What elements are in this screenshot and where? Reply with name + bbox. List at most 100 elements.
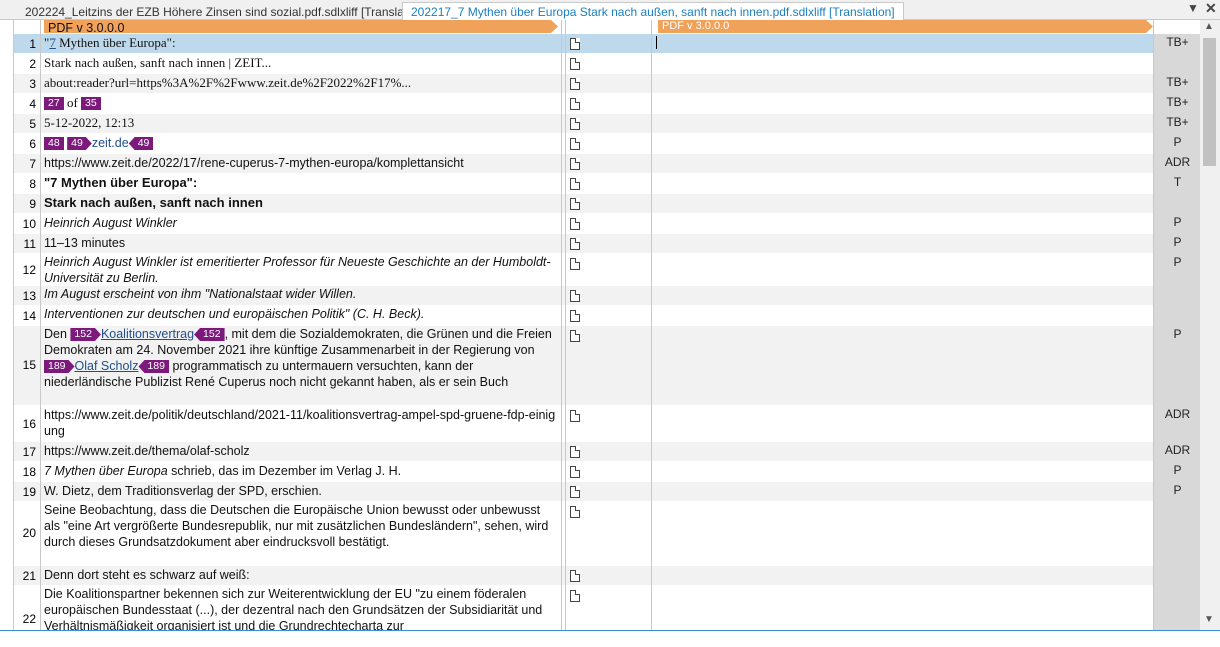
opening-tag[interactable]: 49 (67, 137, 92, 150)
source-segment[interactable]: 11–13 minutes (44, 235, 558, 251)
document-icon (570, 310, 580, 322)
target-segment[interactable] (654, 306, 1149, 326)
source-link[interactable]: Koalitionsvertrag (101, 327, 194, 341)
target-segment[interactable] (654, 134, 1149, 154)
source-segment[interactable]: https://www.zeit.de/2022/17/rene-cuperus… (44, 155, 558, 171)
segment-number: 15 (22, 358, 36, 372)
target-file-tag: PDF v 3.0.0.0 (658, 20, 1153, 33)
scrollbar-thumb[interactable] (1203, 38, 1216, 166)
closing-tag[interactable]: 152 (194, 328, 225, 341)
source-segment[interactable]: Interventionen zur deutschen und europäi… (44, 306, 558, 322)
source-segment[interactable]: Im August erscheint von ihm "Nationalsta… (44, 286, 558, 302)
segment-row[interactable]: 9 Stark nach außen, sanft nach innen (14, 194, 1200, 214)
column-divider (561, 20, 562, 630)
target-segment[interactable] (654, 462, 1149, 482)
target-segment[interactable] (654, 502, 1149, 566)
source-segment[interactable]: 5-12-2022, 12:13 (44, 115, 558, 131)
source-segment[interactable]: 48 49 zeit.de 49 (44, 135, 558, 151)
document-icon (570, 446, 580, 458)
segment-row[interactable]: 14 Interventionen zur deutschen und euro… (14, 306, 1200, 326)
segment-number: 20 (22, 526, 36, 540)
segment-row[interactable]: 6 48 49 zeit.de 49 P (14, 134, 1200, 154)
segment-row[interactable]: 20 Seine Beobachtung, dass die Deutschen… (14, 502, 1200, 566)
source-segment[interactable]: https://www.zeit.de/politik/deutschland/… (44, 407, 558, 439)
placeholder-tag[interactable]: 27 (44, 97, 64, 110)
target-segment[interactable] (654, 234, 1149, 254)
segment-number: 4 (29, 97, 36, 111)
source-segment[interactable]: about:reader?url=https%3A%2F%2Fwww.zeit.… (44, 75, 558, 91)
source-segment[interactable]: Stark nach außen, sanft nach innen (44, 195, 558, 211)
target-segment[interactable] (654, 214, 1149, 234)
segment-row[interactable]: 17 https://www.zeit.de/thema/olaf-scholz… (14, 442, 1200, 462)
segment-row[interactable]: 19 W. Dietz, dem Traditionsverlag der SP… (14, 482, 1200, 502)
target-segment[interactable] (654, 174, 1149, 194)
source-segment[interactable]: "7 Mythen über Europa": (44, 35, 558, 51)
source-segment[interactable]: Denn dort steht es schwarz auf weiß: (44, 567, 558, 583)
source-segment[interactable]: W. Dietz, dem Traditionsverlag der SPD, … (44, 483, 558, 499)
source-segment[interactable]: 27 of 35 (44, 95, 558, 111)
closing-tag[interactable]: 189 (138, 360, 169, 373)
segment-row[interactable]: 11 11–13 minutes P (14, 234, 1200, 254)
segment-status: TB+ (1154, 34, 1200, 54)
target-segment[interactable] (654, 586, 1149, 630)
target-segment[interactable] (654, 566, 1149, 586)
target-segment[interactable] (654, 94, 1149, 114)
source-segment[interactable]: Die Koalitionspartner bekennen sich zur … (44, 586, 558, 630)
tab-mythen-document[interactable]: 202217_7 Mythen über Europa Stark nach a… (402, 2, 904, 21)
placeholder-tag[interactable]: 35 (81, 97, 101, 110)
segment-row[interactable]: 3 about:reader?url=https%3A%2F%2Fwww.zei… (14, 74, 1200, 94)
scroll-down-arrow-icon[interactable]: ▼ (1204, 614, 1214, 625)
segment-row[interactable]: 15 Den 152 Koalitionsvertrag 152, mit dem … (14, 326, 1200, 406)
tab-leitzins-document[interactable]: 202224_Leitzins der EZB Höhere Zinsen si… (16, 2, 436, 20)
segment-status (1154, 502, 1200, 566)
source-segment[interactable]: "7 Mythen über Europa": (44, 175, 558, 191)
segment-row[interactable]: 7 https://www.zeit.de/2022/17/rene-cuper… (14, 154, 1200, 174)
source-segment[interactable]: Stark nach außen, sanft nach innen | ZEI… (44, 55, 558, 71)
opening-tag[interactable]: 189 (44, 360, 75, 373)
segment-row[interactable]: 21 Denn dort steht es schwarz auf weiß: (14, 566, 1200, 586)
segment-row[interactable]: 5 5-12-2022, 12:13 TB+ (14, 114, 1200, 134)
segment-row[interactable]: 4 27 of 35 TB+ (14, 94, 1200, 114)
segment-row[interactable]: 10 Heinrich August Winkler P (14, 214, 1200, 234)
segment-row[interactable]: 2 Stark nach außen, sanft nach innen | Z… (14, 54, 1200, 74)
segment-status (1154, 286, 1200, 306)
source-link[interactable]: zeit.de (92, 136, 129, 150)
source-link[interactable]: Olaf Scholz (75, 359, 139, 373)
source-segment[interactable]: Heinrich August Winkler ist emeritierter… (44, 254, 558, 286)
segment-row[interactable]: 18 7 Mythen über Europa schrieb, das im … (14, 462, 1200, 482)
segment-status (1154, 566, 1200, 586)
source-segment[interactable]: Seine Beobachtung, dass die Deutschen di… (44, 502, 558, 550)
source-segment[interactable]: Den 152 Koalitionsvertrag 152, mit dem die… (44, 326, 558, 390)
source-segment[interactable]: Heinrich August Winkler (44, 215, 558, 231)
document-icon (570, 330, 580, 342)
opening-tag[interactable]: 152 (70, 328, 101, 341)
target-segment[interactable] (654, 34, 1149, 54)
closing-tag[interactable]: 49 (128, 137, 154, 150)
source-segment[interactable]: https://www.zeit.de/thema/olaf-scholz (44, 443, 558, 459)
target-segment[interactable] (654, 114, 1149, 134)
target-segment[interactable] (654, 194, 1149, 214)
target-segment[interactable] (654, 326, 1149, 406)
target-segment[interactable] (654, 74, 1149, 94)
segment-row[interactable]: 12 Heinrich August Winkler ist emeritier… (14, 254, 1200, 286)
close-tab-icon[interactable]: ✕ (1205, 0, 1217, 17)
segment-row[interactable]: 8 "7 Mythen über Europa": T (14, 174, 1200, 194)
target-segment[interactable] (654, 154, 1149, 174)
segment-row[interactable]: 1 "7 Mythen über Europa": TB+ (14, 34, 1200, 54)
target-segment[interactable] (654, 286, 1149, 306)
segment-row[interactable]: 13 Im August erscheint von ihm "National… (14, 286, 1200, 306)
source-segment[interactable]: 7 Mythen über Europa schrieb, das im Dez… (44, 463, 558, 479)
segment-status: T (1154, 174, 1200, 194)
scroll-up-arrow-icon[interactable]: ▲ (1204, 21, 1214, 32)
target-segment[interactable] (654, 482, 1149, 502)
vertical-scrollbar[interactable]: ▲ ▼ (1200, 20, 1220, 630)
placeholder-tag[interactable]: 48 (44, 137, 64, 150)
segment-row[interactable]: 22 Die Koalitionspartner bekennen sich z… (14, 586, 1200, 630)
target-segment[interactable] (654, 254, 1149, 286)
tab-list-chevron-icon[interactable]: ▼ (1187, 1, 1199, 15)
segment-row[interactable]: 16 https://www.zeit.de/politik/deutschla… (14, 406, 1200, 442)
document-icon (570, 258, 580, 270)
target-segment[interactable] (654, 406, 1149, 442)
target-segment[interactable] (654, 442, 1149, 462)
target-segment[interactable] (654, 54, 1149, 74)
